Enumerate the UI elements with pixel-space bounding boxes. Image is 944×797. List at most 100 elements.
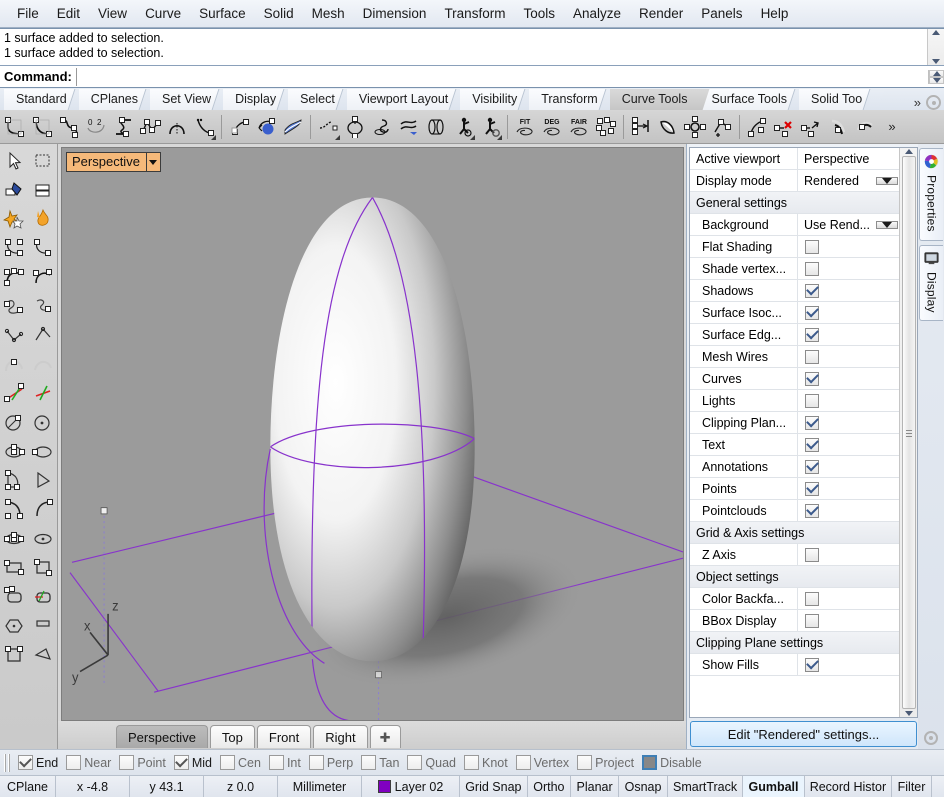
status-toggle-smarttrack[interactable]: SmartTrack xyxy=(668,776,743,797)
property-checkbox[interactable] xyxy=(798,588,899,609)
osnap-point[interactable]: Point xyxy=(115,755,170,770)
polygon-icon[interactable] xyxy=(0,610,28,639)
checkbox-unchecked-icon[interactable] xyxy=(577,755,592,770)
curve-sketch-icon[interactable] xyxy=(56,113,82,141)
rectangle-icon[interactable] xyxy=(0,552,28,581)
osnap-cen[interactable]: Cen xyxy=(216,755,265,770)
arc-3pt-icon[interactable] xyxy=(0,349,28,378)
circle-diameter-icon[interactable] xyxy=(0,407,28,436)
polyline-icon[interactable] xyxy=(137,113,163,141)
helix-icon[interactable] xyxy=(29,291,57,320)
viewport-tab-top[interactable]: Top xyxy=(210,725,255,748)
property-row[interactable]: Lights xyxy=(690,390,899,412)
osnap-knot[interactable]: Knot xyxy=(460,755,512,770)
curve-join-icon[interactable] xyxy=(852,113,878,141)
curve-remove-knot-icon[interactable] xyxy=(771,113,797,141)
rounded-rect2-icon[interactable] xyxy=(29,581,57,610)
ellipsoid-icon[interactable] xyxy=(0,523,28,552)
property-checkbox[interactable] xyxy=(798,500,899,521)
checkbox-checked-icon[interactable] xyxy=(805,416,819,430)
properties-scrollbar[interactable] xyxy=(899,148,917,717)
menu-item-mesh[interactable]: Mesh xyxy=(303,3,354,24)
toolbar-overflow-icon[interactable]: » xyxy=(879,113,905,141)
checkbox-unchecked-icon[interactable] xyxy=(269,755,284,770)
viewport-tab-right[interactable]: Right xyxy=(313,725,367,748)
paint-bucket-icon[interactable] xyxy=(0,175,28,204)
curve-fit-icon[interactable]: FIT xyxy=(512,113,538,141)
curve-cp-icon[interactable] xyxy=(0,233,28,262)
checkbox-checked-icon[interactable] xyxy=(805,306,819,320)
axes-icon[interactable] xyxy=(0,378,28,407)
property-row[interactable]: Clipping Plan... xyxy=(690,412,899,434)
toolbar-tab-surface-tools[interactable]: Surface Tools xyxy=(699,89,799,110)
status-toggle-gumball[interactable]: Gumball xyxy=(743,776,805,797)
checkbox-unchecked-icon[interactable] xyxy=(220,755,235,770)
property-row[interactable]: Surface Edg... xyxy=(690,324,899,346)
polyline2-icon[interactable] xyxy=(29,320,57,349)
property-checkbox[interactable] xyxy=(798,544,899,565)
curve-edit-point-icon[interactable] xyxy=(744,113,770,141)
menu-item-analyze[interactable]: Analyze xyxy=(564,3,630,24)
curve-interp-icon[interactable] xyxy=(0,262,28,291)
explode-star-icon[interactable] xyxy=(0,204,28,233)
property-checkbox[interactable] xyxy=(798,236,899,257)
menu-item-file[interactable]: File xyxy=(8,3,48,24)
status-toggle-record-histor[interactable]: Record Histor xyxy=(805,776,892,797)
command-history-scrollbar[interactable] xyxy=(927,29,944,65)
property-row[interactable]: Display modeRendered xyxy=(690,170,899,192)
checkbox-unchecked-icon[interactable] xyxy=(805,394,819,408)
checkbox-unchecked-icon[interactable] xyxy=(805,262,819,276)
scroll-up-icon[interactable] xyxy=(905,149,913,154)
checkbox-checked-icon[interactable] xyxy=(805,372,819,386)
ellipsoid2-icon[interactable] xyxy=(29,523,57,552)
curve-blend-icon[interactable] xyxy=(191,113,217,141)
property-checkbox[interactable] xyxy=(798,390,899,411)
checkbox-unchecked-icon[interactable] xyxy=(805,350,819,364)
property-checkbox[interactable] xyxy=(798,434,899,455)
property-dropdown[interactable]: Rendered xyxy=(798,170,899,191)
curve-point-set-icon[interactable] xyxy=(593,113,619,141)
checkbox-unchecked-icon[interactable] xyxy=(407,755,422,770)
property-row[interactable]: Curves xyxy=(690,368,899,390)
curve-sphere-intersect-icon[interactable] xyxy=(253,113,279,141)
curve-cp2-icon[interactable] xyxy=(29,233,57,262)
curve-interpolate-icon[interactable] xyxy=(29,113,55,141)
chevron-down-icon[interactable] xyxy=(146,153,160,171)
chevron-down-icon[interactable] xyxy=(876,177,898,185)
checkbox-unchecked-icon[interactable] xyxy=(805,592,819,606)
osnap-quad[interactable]: Quad xyxy=(403,755,460,770)
checkbox-checked-icon[interactable] xyxy=(174,755,189,770)
toolbar-tab-viewport-layout[interactable]: Viewport Layout xyxy=(347,89,460,110)
property-row[interactable]: Shade vertex... xyxy=(690,258,899,280)
property-row[interactable]: Text xyxy=(690,434,899,456)
checkbox-checked-icon[interactable] xyxy=(805,482,819,496)
toolbar-tab-display[interactable]: Display xyxy=(223,89,288,110)
scroll-thumb[interactable] xyxy=(902,156,916,709)
checkbox-unchecked-icon[interactable] xyxy=(464,755,479,770)
curve-change-degree-icon[interactable]: DEG xyxy=(539,113,565,141)
arc-center-icon[interactable] xyxy=(164,113,190,141)
osnap-end[interactable]: End xyxy=(14,755,62,770)
property-row[interactable]: Active viewportPerspective xyxy=(690,148,899,170)
menu-item-edit[interactable]: Edit xyxy=(48,3,89,24)
property-checkbox[interactable] xyxy=(798,456,899,477)
scroll-down-icon[interactable] xyxy=(932,59,940,64)
menu-item-solid[interactable]: Solid xyxy=(255,3,303,24)
spiral-icon[interactable] xyxy=(0,291,28,320)
toolbar-tab-cplanes[interactable]: CPlanes xyxy=(79,89,150,110)
select-arrow-icon[interactable] xyxy=(0,146,28,175)
add-viewport-tab-button[interactable]: ✚ xyxy=(370,725,401,748)
property-checkbox[interactable] xyxy=(798,412,899,433)
osnap-near[interactable]: Near xyxy=(62,755,115,770)
osnap-perp[interactable]: Perp xyxy=(305,755,357,770)
checkbox-checked-icon[interactable] xyxy=(18,755,33,770)
arc-cont-icon[interactable] xyxy=(29,349,57,378)
command-spin-down-icon[interactable] xyxy=(929,77,944,84)
viewport-label[interactable]: Perspective xyxy=(66,152,161,172)
property-row[interactable]: Show Fills xyxy=(690,654,899,676)
curve-insert-knot-icon[interactable] xyxy=(682,113,708,141)
command-spin-up-icon[interactable] xyxy=(929,70,944,77)
osnap-vertex[interactable]: Vertex xyxy=(512,755,573,770)
polyline-icon[interactable] xyxy=(0,320,28,349)
status-units[interactable]: Millimeter xyxy=(278,776,362,797)
